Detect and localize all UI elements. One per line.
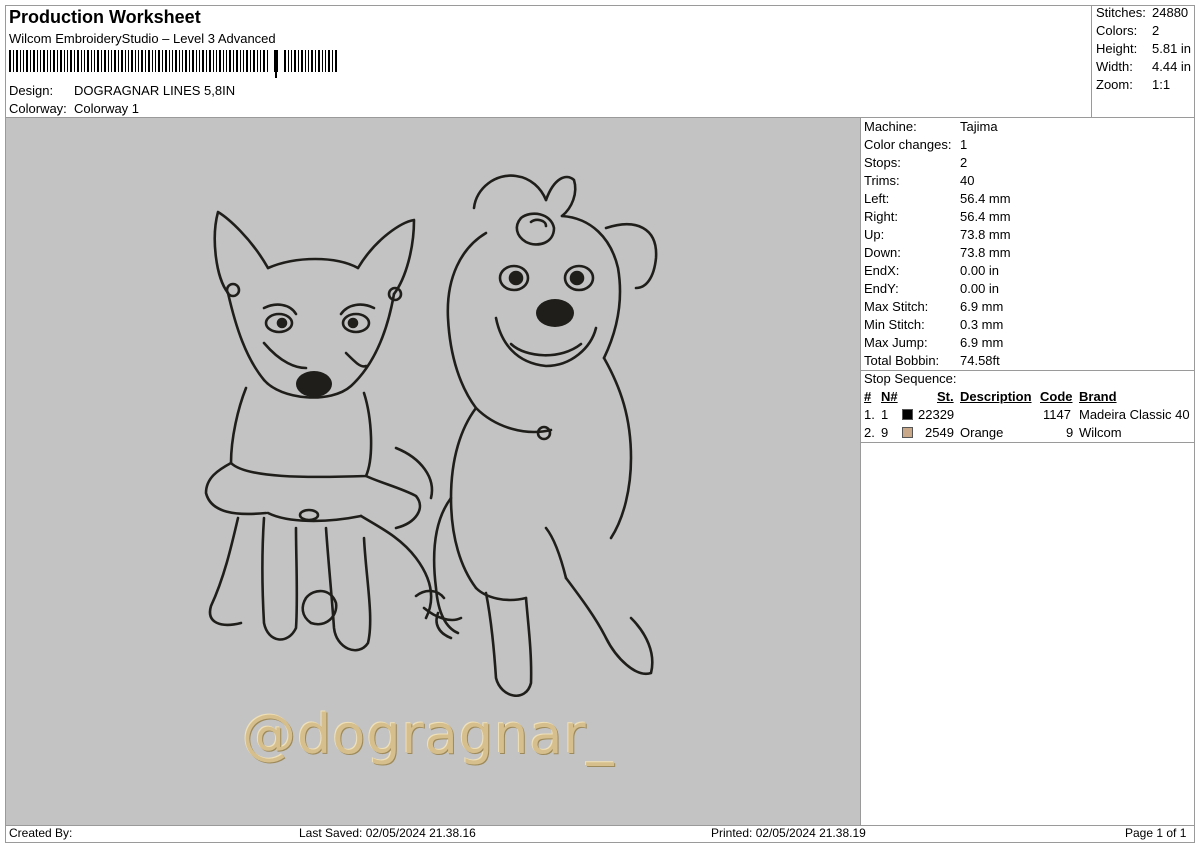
design-preview: @dogragnar_	[6, 118, 860, 825]
software-name: Wilcom EmbroideryStudio – Level 3 Advanc…	[9, 31, 276, 46]
col-header-stop: #	[864, 389, 872, 404]
summary-divider	[1091, 5, 1092, 117]
design-text-lettering: @dogragnar_	[242, 703, 615, 766]
color-swatch	[902, 427, 913, 438]
col-header-needle: N#	[881, 389, 898, 404]
page-title: Production Worksheet	[9, 7, 201, 27]
pitbull-outline	[414, 174, 658, 698]
last-saved: Last Saved: 02/05/2024 21.38.16	[299, 826, 476, 840]
printed-date: Printed: 02/05/2024 21.38.19	[711, 826, 866, 840]
col-header-brand: Brand	[1079, 389, 1117, 404]
stop-sequence-label: Stop Sequence:	[864, 371, 957, 386]
color-swatch	[902, 409, 913, 420]
bull-terrier-nose	[296, 371, 332, 397]
panel-divider	[860, 117, 861, 825]
col-header-code: Code	[1040, 389, 1073, 404]
col-header-description: Description	[960, 389, 1032, 404]
design-name: DOGRAGNAR LINES 5,8IN	[74, 83, 236, 98]
created-by: Created By:	[9, 826, 73, 840]
page-number: Page 1 of 1	[1125, 826, 1187, 840]
colorway-name: Colorway 1	[74, 101, 140, 116]
pitbull-nose	[536, 299, 574, 327]
design-label: Design:	[9, 83, 54, 98]
colorway-label: Colorway:	[9, 101, 67, 116]
barcode	[9, 50, 337, 78]
stop-table-divider	[860, 442, 1195, 443]
col-header-stitches: St.	[937, 389, 954, 404]
footer-divider	[5, 825, 1195, 826]
bull-terrier-outline	[204, 210, 463, 652]
